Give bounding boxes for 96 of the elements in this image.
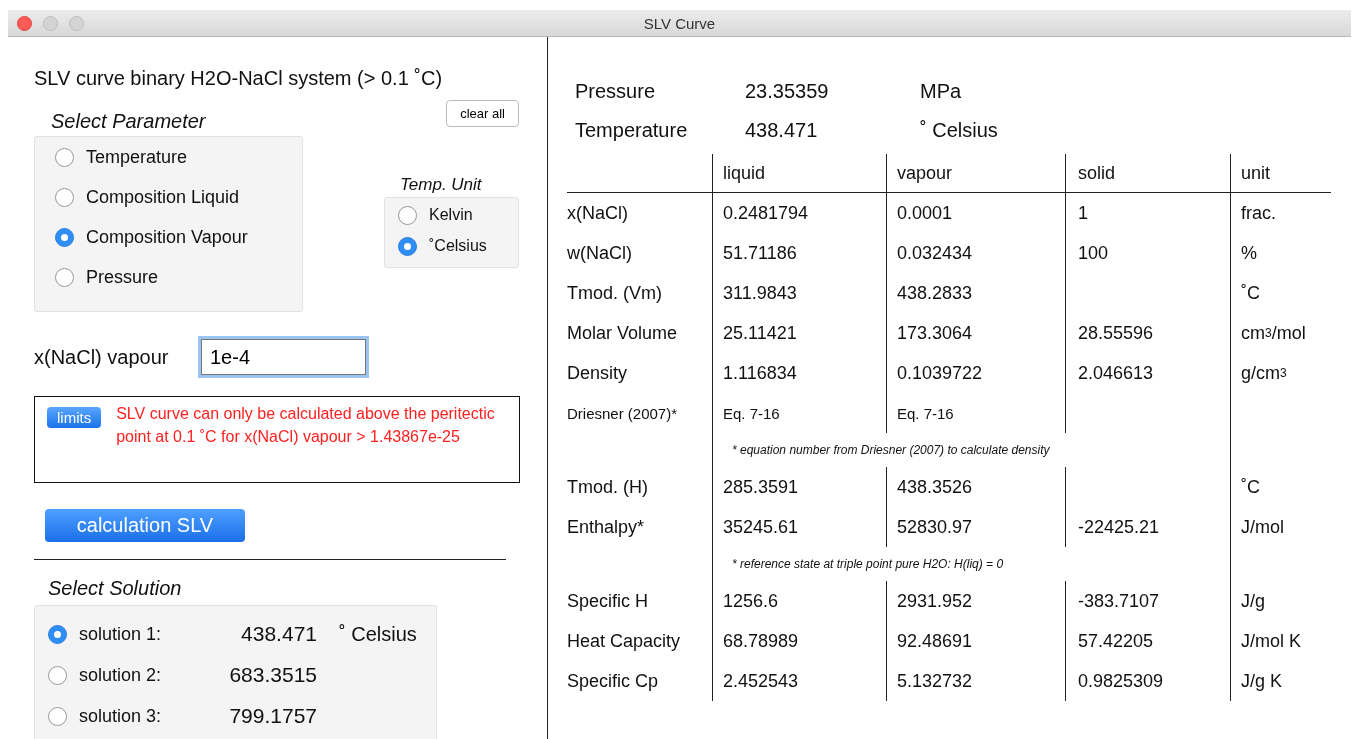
unit-label: ˚ Celsius bbox=[339, 622, 417, 646]
table-cell: 1.116834 bbox=[712, 353, 886, 393]
footnote: * equation number from Driesner (2007) to calculate density bbox=[712, 433, 1230, 467]
table-cell: 92.48691 bbox=[886, 621, 1065, 661]
table-cell: 28.55596 bbox=[1065, 313, 1230, 353]
solution-value: 683.3515 bbox=[228, 663, 317, 687]
row-label: Molar Volume bbox=[567, 321, 679, 345]
table-cell: 52830.97 bbox=[886, 507, 1065, 547]
table-cell: 2.046613 bbox=[1065, 353, 1230, 393]
window-title: SLV Curve bbox=[643, 14, 716, 32]
table-cell: 0.1039722 bbox=[886, 353, 1065, 393]
row-label: Enthalpy* bbox=[567, 515, 646, 539]
radio-button[interactable] bbox=[398, 236, 417, 256]
column-header: vapour bbox=[886, 154, 1065, 192]
table-cell: J/g K bbox=[1230, 661, 1331, 701]
table-cell: 68.78989 bbox=[712, 621, 886, 661]
row-label: Specific H bbox=[567, 589, 650, 613]
input-field[interactable]: 1e-4 bbox=[201, 339, 366, 375]
radio-button[interactable] bbox=[55, 227, 74, 247]
table-cell: 1256.6 bbox=[712, 581, 886, 621]
table-cell: 35245.61 bbox=[712, 507, 886, 547]
summary-unit: ˚ Celsius bbox=[920, 119, 999, 142]
radio-label[interactable]: solution 2: bbox=[79, 664, 207, 686]
table-cell: 0.032434 bbox=[886, 233, 1065, 273]
field-label: x(NaCl) vapour bbox=[34, 345, 170, 369]
table-cell: 0.9825309 bbox=[1065, 661, 1230, 701]
panel-heading: SLV curve binary H2O-NaCl system (> 0.1 ˚C) bbox=[34, 67, 444, 90]
minimize-icon[interactable] bbox=[43, 16, 58, 31]
radio-label[interactable]: Pressure bbox=[86, 266, 159, 288]
radio-button[interactable] bbox=[48, 624, 67, 644]
table-cell: Eq. 7-16 bbox=[886, 393, 1065, 433]
table-cell: frac. bbox=[1230, 193, 1331, 233]
table-cell: 0.2481794 bbox=[712, 193, 886, 233]
table-cell: -383.7107 bbox=[1065, 581, 1230, 621]
radio-button[interactable] bbox=[398, 205, 417, 225]
row-label: Tmod. (H) bbox=[567, 475, 649, 499]
summary-label: Pressure bbox=[575, 80, 657, 103]
radio-button[interactable] bbox=[55, 187, 74, 207]
column-header: unit bbox=[1230, 154, 1331, 192]
solution-value: 438.471 bbox=[240, 622, 317, 646]
group-title: Select Solution bbox=[47, 577, 183, 601]
row-label: Specific Cp bbox=[567, 669, 660, 693]
row-label: w(NaCl) bbox=[567, 241, 633, 265]
group-title: Select Parameter bbox=[50, 110, 207, 134]
table-cell: ˚C bbox=[1230, 467, 1331, 507]
table-cell: % bbox=[1230, 233, 1331, 273]
radio-label[interactable]: Composition Vapour bbox=[86, 226, 248, 248]
solution-value: 799.1757 bbox=[228, 704, 317, 728]
table-cell: 311.9843 bbox=[712, 273, 886, 313]
footnote: * reference state at triple point pure H2O: H(liq) = 0 bbox=[712, 547, 1230, 581]
warning-message: SLV curve can only be calculated above the peritectic point at 0.1 ˚C for x(NaCl) vapour > 1.43867e-25 bbox=[116, 404, 496, 447]
table-cell: 100 bbox=[1065, 233, 1230, 273]
table-cell: 25.11421 bbox=[712, 313, 886, 353]
radio-label[interactable]: ˚Celsius bbox=[429, 237, 487, 255]
radio-label[interactable]: Temperature bbox=[86, 146, 188, 168]
summary-unit: MPa bbox=[920, 80, 963, 103]
radio-button[interactable] bbox=[55, 147, 74, 167]
table-cell: 5.132732 bbox=[886, 661, 1065, 701]
column-header: liquid bbox=[712, 154, 886, 192]
summary-value: 438.471 bbox=[745, 119, 819, 142]
close-icon[interactable] bbox=[17, 16, 32, 31]
radio-button[interactable] bbox=[55, 267, 74, 287]
radio-label[interactable]: solution 1: bbox=[79, 623, 207, 645]
table-cell: 2.452543 bbox=[712, 661, 886, 701]
radio-label[interactable]: Kelvin bbox=[429, 206, 473, 224]
column-header: solid bbox=[1065, 154, 1230, 192]
table-cell: J/mol K bbox=[1230, 621, 1331, 661]
table-cell: 2931.952 bbox=[886, 581, 1065, 621]
summary-value: 23.35359 bbox=[745, 80, 830, 103]
radio-button[interactable] bbox=[48, 706, 67, 726]
table-cell: -22425.21 bbox=[1065, 507, 1230, 547]
radio-label[interactable]: Composition Liquid bbox=[86, 186, 240, 208]
summary-label: Temperature bbox=[575, 119, 689, 142]
clear-all-button[interactable]: clear all bbox=[446, 100, 519, 127]
calculation-button[interactable]: calculation SLV bbox=[45, 509, 245, 542]
table-cell: 438.2833 bbox=[886, 273, 1065, 313]
table-cell: J/mol bbox=[1230, 507, 1331, 547]
table-cell: J/g bbox=[1230, 581, 1331, 621]
row-label: Heat Capacity bbox=[567, 629, 682, 653]
table-cell: 0.0001 bbox=[886, 193, 1065, 233]
radio-label[interactable]: solution 3: bbox=[79, 705, 207, 727]
table-cell: ˚C bbox=[1230, 273, 1331, 313]
table-cell: 285.3591 bbox=[712, 467, 886, 507]
table-cell: 1 bbox=[1065, 193, 1230, 233]
row-label: Density bbox=[567, 361, 629, 385]
table-cell: 438.3526 bbox=[886, 467, 1065, 507]
table-cell: 51.71186 bbox=[712, 233, 886, 273]
zoom-icon[interactable] bbox=[69, 16, 84, 31]
table-cell: 57.42205 bbox=[1065, 621, 1230, 661]
row-label: Tmod. (Vm) bbox=[567, 281, 663, 305]
table-cell: 173.3064 bbox=[886, 313, 1065, 353]
radio-button[interactable] bbox=[48, 665, 67, 685]
row-label: Driesner (2007)* bbox=[567, 403, 679, 424]
row-label: x(NaCl) bbox=[567, 201, 629, 225]
table-cell: Eq. 7-16 bbox=[712, 393, 886, 433]
group-title: Temp. Unit bbox=[399, 175, 482, 196]
